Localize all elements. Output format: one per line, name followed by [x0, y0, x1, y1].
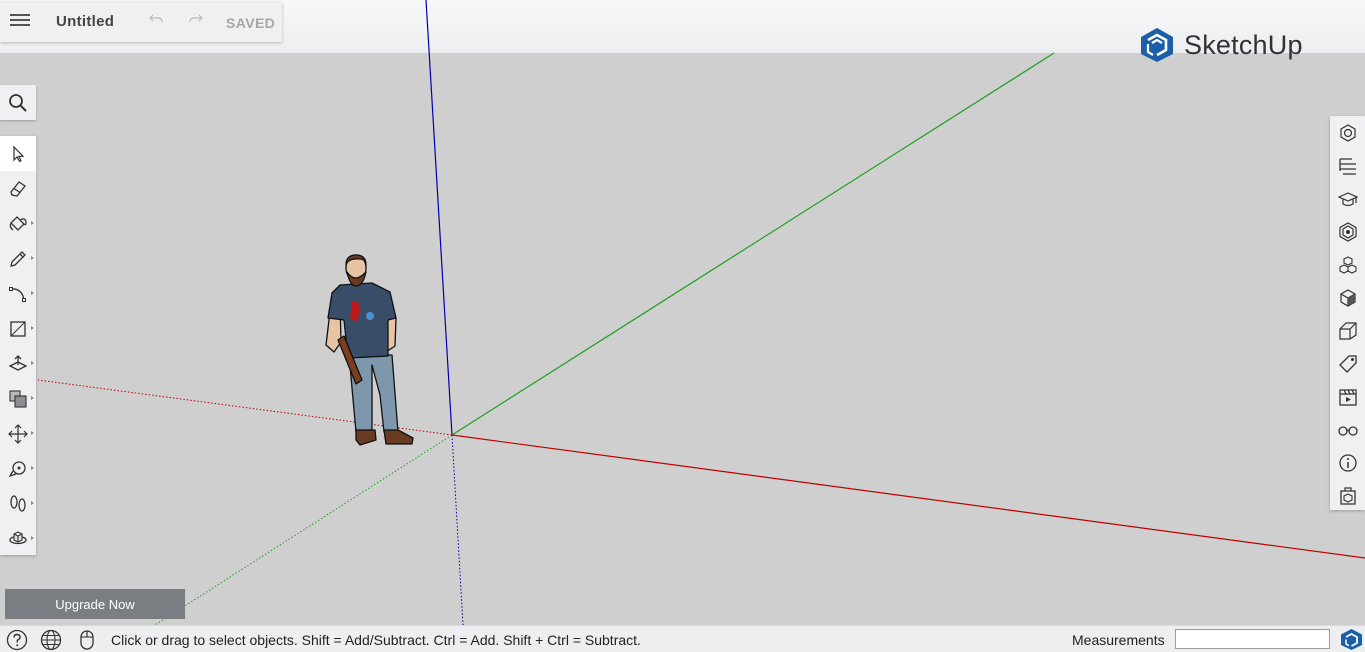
outliner-panel[interactable]: [1330, 149, 1365, 182]
clapperboard-icon: [1338, 388, 1357, 406]
rectangle-tool[interactable]: [0, 311, 36, 346]
right-toolbar: [1330, 116, 1365, 510]
status-hint-text: Click or drag to select objects. Shift =…: [111, 632, 641, 648]
instructor-panel[interactable]: [1330, 182, 1365, 215]
extension-panel[interactable]: [1330, 479, 1365, 512]
sketchup-app: Untitled SAVED SketchUp Upgrade Now Clic…: [0, 0, 1365, 652]
move-tool[interactable]: [0, 416, 36, 451]
materials-panel[interactable]: [1330, 215, 1365, 248]
tags-panel[interactable]: [1330, 347, 1365, 380]
search-panel: [0, 85, 36, 120]
styles-panel[interactable]: [1330, 281, 1365, 314]
measurements-input[interactable]: [1175, 629, 1330, 649]
entity-info-icon: [1339, 123, 1356, 142]
push-pull-icon: [8, 354, 28, 371]
upgrade-now-button[interactable]: Upgrade Now: [5, 589, 185, 619]
pencil-icon: [10, 250, 26, 267]
offset-tool[interactable]: [0, 381, 36, 416]
measurements-label: Measurements: [1072, 632, 1165, 648]
footprints-icon: [10, 494, 26, 512]
save-status: SAVED: [226, 15, 276, 31]
eraser-tool[interactable]: [0, 171, 36, 206]
blue-axis-dotted: [451, 434, 464, 625]
display-panel[interactable]: [1330, 413, 1365, 446]
graduation-cap-icon: [1337, 191, 1358, 206]
left-toolbar: [0, 136, 36, 555]
search-icon[interactable]: [0, 85, 36, 120]
undo-icon[interactable]: [146, 11, 166, 31]
status-bar: Click or drag to select objects. Shift =…: [0, 625, 1365, 652]
materials-icon: [1338, 221, 1357, 242]
tag-icon: [1338, 354, 1357, 373]
red-axis-solid: [451, 434, 1365, 559]
tape-measure-tool[interactable]: [0, 451, 36, 486]
eraser-icon: [10, 180, 26, 197]
arc-tool[interactable]: [0, 276, 36, 311]
scene-canvas[interactable]: [0, 0, 1365, 625]
scenes-panel[interactable]: [1330, 380, 1365, 413]
orbit-tool[interactable]: [0, 521, 36, 556]
extension-icon: [1339, 486, 1356, 505]
glasses-icon: [1337, 425, 1358, 436]
paint-bucket-tool[interactable]: [0, 206, 36, 241]
line-tool[interactable]: [0, 241, 36, 276]
move-arrows-icon: [8, 423, 28, 444]
outliner-icon: [1338, 157, 1356, 175]
person-figure[interactable]: [325, 254, 414, 446]
hamburger-menu-icon[interactable]: [8, 11, 32, 33]
layers-icon: [1338, 321, 1357, 340]
tape-measure-icon: [8, 460, 26, 477]
sketchup-brand-icon: [1141, 28, 1173, 62]
styles-cube-icon: [1339, 288, 1356, 307]
layers-panel[interactable]: [1330, 314, 1365, 347]
help-circle-icon[interactable]: [6, 629, 28, 651]
select-tool[interactable]: [0, 136, 36, 171]
offset-icon: [9, 389, 27, 408]
rectangle-icon: [10, 320, 26, 337]
paint-bucket-icon: [9, 215, 27, 231]
mouse-icon[interactable]: [76, 629, 98, 651]
orbit-icon: [9, 530, 27, 544]
push-pull-tool[interactable]: [0, 346, 36, 381]
brand-name: SketchUp: [1184, 30, 1303, 60]
arrow-cursor-icon: [13, 145, 25, 162]
title-panel: Untitled SAVED: [0, 2, 282, 42]
globe-icon[interactable]: [40, 629, 62, 651]
green-axis-solid: [451, 52, 1055, 436]
blue-axis-solid: [425, 0, 453, 436]
info-panel[interactable]: [1330, 446, 1365, 479]
redo-icon[interactable]: [186, 11, 206, 31]
components-panel[interactable]: [1330, 248, 1365, 281]
info-icon: [1338, 453, 1357, 472]
sketchup-logo: SketchUp: [1140, 26, 1303, 64]
entity-info-panel[interactable]: [1330, 116, 1365, 149]
components-icon: [1338, 255, 1357, 274]
green-axis-dotted: [154, 434, 453, 625]
walk-tool[interactable]: [0, 486, 36, 521]
document-title[interactable]: Untitled: [56, 13, 114, 30]
sketchup-logo-icon[interactable]: [1340, 628, 1363, 651]
arc-icon: [9, 286, 26, 302]
